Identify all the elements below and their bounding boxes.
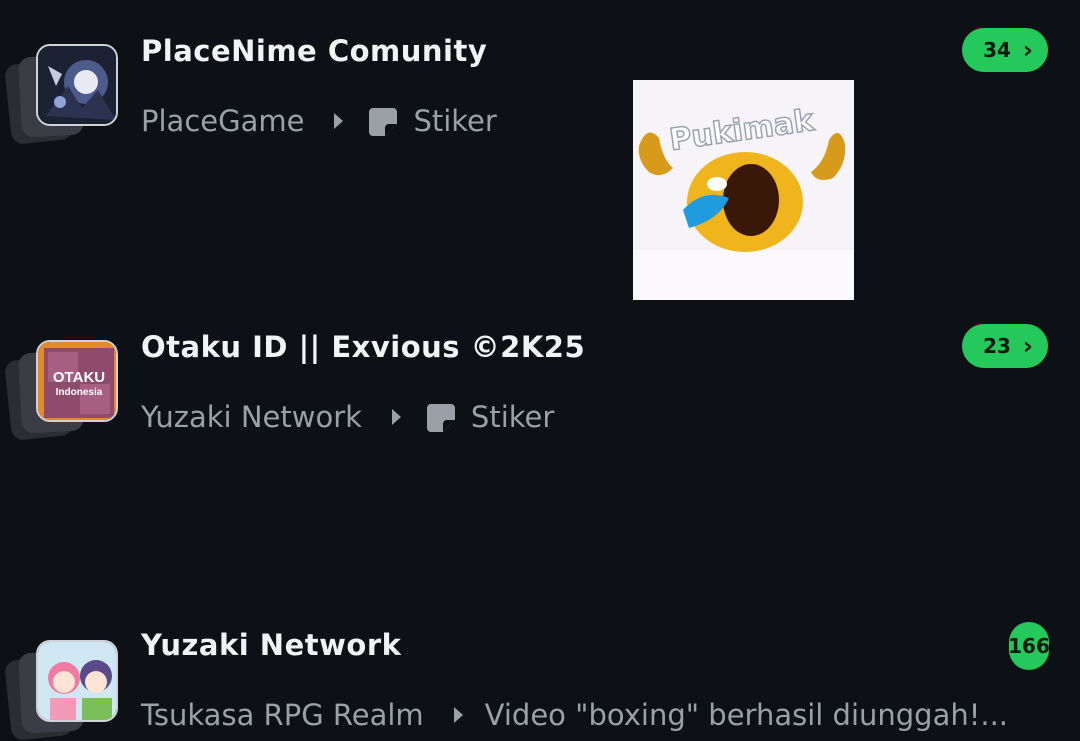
chat-subtitle: PlaceGame Stiker (141, 104, 497, 138)
last-message: Stiker (413, 104, 497, 138)
caret-right-icon (334, 113, 344, 129)
chat-list-item[interactable]: PlaceNime Comunity PlaceGame Stiker 34 › (0, 0, 1080, 148)
chat-list-item[interactable]: Yuzaki Network Tsukasa RPG Realm Video "… (0, 298, 1080, 741)
last-message: Video "boxing" berhasil diunggah!... (484, 698, 1009, 732)
chat-title: Yuzaki Network (141, 628, 402, 662)
sticker-preview[interactable]: Pukimak (633, 80, 854, 300)
avatar-image (36, 44, 118, 126)
community-name: Tsukasa RPG Realm (141, 698, 424, 732)
chat-subtitle: Tsukasa RPG Realm Video "boxing" berhasi… (141, 698, 1008, 732)
avatar-image (36, 640, 118, 722)
avatar[interactable] (3, 44, 118, 146)
unread-count: 166 (1008, 634, 1050, 658)
sticker-image: Pukimak (633, 80, 854, 300)
unread-badge[interactable]: 34 › (962, 28, 1048, 72)
chat-list-item[interactable]: OTAKU Indonesia Otaku ID || Exvious ©2K2… (0, 148, 1080, 442)
community-name: PlaceGame (141, 104, 305, 138)
unread-count: 34 (983, 38, 1011, 62)
chevron-right-icon: › (1022, 36, 1033, 64)
chat-title: PlaceNime Comunity (141, 34, 488, 68)
avatar[interactable] (3, 640, 118, 741)
caret-right-icon (453, 707, 463, 723)
unread-badge[interactable]: 166 (1008, 622, 1050, 670)
sticker-icon (369, 108, 398, 136)
